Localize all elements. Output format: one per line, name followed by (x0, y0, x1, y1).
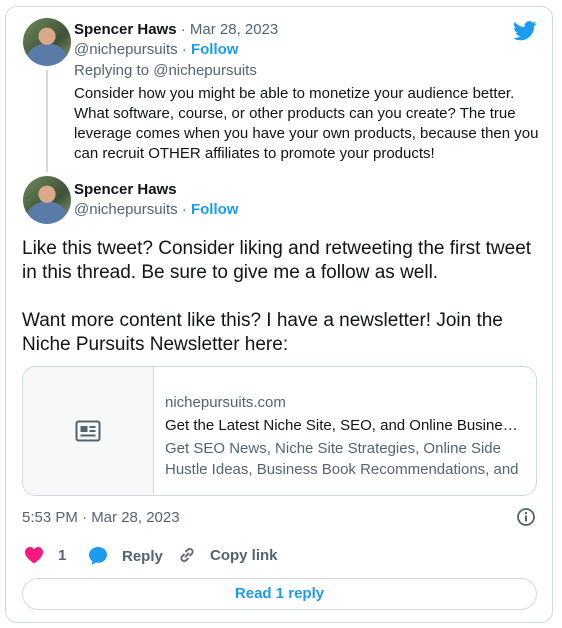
author-handle[interactable]: @nichepursuits (74, 41, 178, 58)
reply-label: Reply (122, 547, 163, 565)
tweet-date[interactable]: Mar 28, 2023 (190, 21, 278, 38)
heart-icon (25, 547, 43, 564)
link-title: Get the Latest Niche Site, SEO, and Onli… (165, 417, 525, 434)
author-name-line: Spencer Haws · Mar 28, 2023 (74, 20, 278, 40)
author-handle[interactable]: @nichepursuits (74, 201, 178, 218)
tweet-timestamp[interactable]: 5:53 PM · Mar 28, 2023 (22, 508, 180, 528)
author-name[interactable]: Spencer Haws (74, 180, 177, 200)
newspaper-icon (75, 420, 101, 442)
read-replies-button[interactable]: Read 1 reply (22, 578, 537, 610)
avatar[interactable] (23, 176, 71, 224)
copy-link-label: Copy link (210, 546, 278, 564)
tweet-paragraph: Like this tweet? Consider liking and ret… (22, 238, 532, 283)
handle-line: @nichepursuits · Follow (74, 200, 238, 220)
avatar[interactable] (23, 18, 71, 66)
reply-bubble-icon (89, 547, 107, 565)
separator: · (177, 41, 191, 58)
copy-link-button[interactable]: Copy link (178, 546, 278, 564)
link-thumbnail (23, 367, 154, 495)
link-description: Get SEO News, Niche Site Strategies, Onl… (165, 440, 519, 478)
like-count: 1 (58, 546, 67, 564)
link-icon (180, 547, 194, 563)
tweet-paragraph: Want more content like this? I have a ne… (22, 310, 503, 355)
link-domain: nichepursuits.com (165, 394, 286, 411)
replying-to: Replying to @nichepursuits (74, 62, 257, 79)
follow-link[interactable]: Follow (191, 41, 239, 58)
link-text-block: nichepursuits.com Get the Latest Niche S… (165, 392, 525, 480)
link-preview-card[interactable]: nichepursuits.com Get the Latest Niche S… (22, 366, 537, 496)
main-tweet-text: Like this tweet? Consider liking and ret… (22, 237, 542, 357)
separator: · (177, 201, 191, 218)
handle-line: @nichepursuits · Follow (74, 40, 238, 60)
separator: · (176, 21, 190, 38)
reply-tweet-text: Consider how you might be able to moneti… (74, 85, 539, 162)
twitter-bird-icon[interactable] (513, 21, 537, 41)
info-icon[interactable] (516, 507, 536, 527)
like-button[interactable]: 1 (24, 546, 66, 564)
author-name[interactable]: Spencer Haws (74, 21, 177, 38)
reply-button[interactable]: Reply (88, 546, 163, 566)
tweet-actions: 1 Reply Copy link (22, 546, 542, 570)
follow-link[interactable]: Follow (191, 201, 239, 218)
thread-connector (46, 70, 48, 172)
